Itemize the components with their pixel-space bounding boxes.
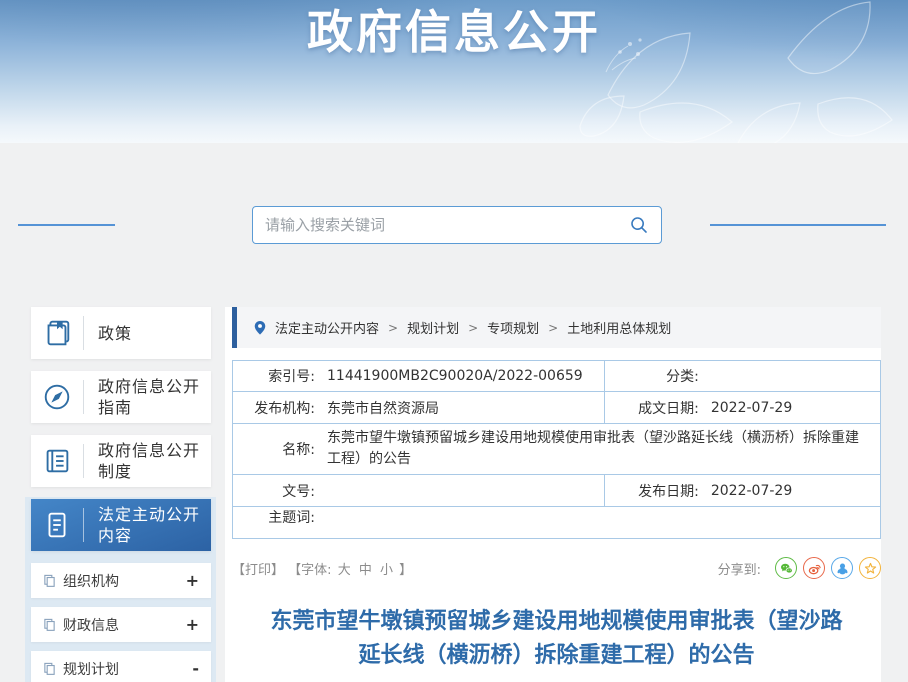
qzone-star-icon[interactable] <box>859 557 881 579</box>
sidebar-item-guide[interactable]: 政府信息公开指南 <box>31 371 211 423</box>
keywords-label: 主题词: <box>233 507 321 538</box>
sidebar-item-policy[interactable]: 政策 <box>31 307 211 359</box>
keywords-value <box>321 507 880 538</box>
font-size-medium-button[interactable]: 中 <box>359 563 372 578</box>
location-pin-icon <box>253 320 267 336</box>
article-title: 东莞市望牛墩镇预留城乡建设用地规模使用审批表（望沙路延长线（横沥桥）拆除重建工程… <box>232 605 881 673</box>
breadcrumb-separator: > <box>388 321 398 335</box>
font-size-small-button[interactable]: 小 <box>380 563 393 578</box>
publish-date-value: 2022-07-29 <box>705 483 880 499</box>
page: 政府信息公开 政策 <box>0 0 908 682</box>
sidebar-subitem-label: 组织机构 <box>63 571 186 591</box>
document-icon <box>31 509 83 541</box>
sidebar-item-label: 政府信息公开指南 <box>84 376 211 418</box>
book-icon <box>31 317 83 349</box>
decorative-line-right <box>710 224 886 226</box>
page-icon <box>43 574 56 587</box>
breadcrumb: 法定主动公开内容 > 规划计划 > 专项规划 > 土地利用总体规划 <box>232 307 881 348</box>
table-row: 索引号: 11441900MB2C90020A/2022-00659 分类: <box>233 361 880 391</box>
toolbar: 【打印】 【字体: 大 中 小 】 分享到: <box>232 557 881 579</box>
rulebook-icon <box>31 445 83 477</box>
print-button[interactable]: 【打印】 <box>232 563 284 578</box>
breadcrumb-item[interactable]: 专项规划 <box>487 318 539 337</box>
category-label: 分类: <box>605 366 705 386</box>
wechat-share-icon[interactable] <box>775 557 797 579</box>
index-number-label: 索引号: <box>233 366 321 386</box>
table-row: 主题词: <box>233 506 880 538</box>
search-box <box>252 206 662 244</box>
sidebar-item-label: 政策 <box>84 323 211 344</box>
page-title: 政府信息公开 <box>0 0 908 62</box>
sidebar: 政策 政府信息公开指南 <box>31 307 211 682</box>
decorative-line-left <box>18 224 115 226</box>
font-size-label: 【字体: <box>288 563 331 578</box>
sidebar-item-rules[interactable]: 政府信息公开制度 <box>31 435 211 487</box>
expand-icon[interactable]: + <box>186 615 199 634</box>
search-input[interactable] <box>265 216 629 234</box>
sidebar-item-label: 法定主动公开内容 <box>84 504 211 546</box>
document-name-label: 名称: <box>233 439 321 459</box>
qq-share-icon[interactable] <box>831 557 853 579</box>
issuing-agency-label: 发布机构: <box>233 398 321 418</box>
page-icon <box>43 618 56 631</box>
document-name-value: 东莞市望牛墩镇预留城乡建设用地规模使用审批表（望沙路延长线（横沥桥）拆除重建工程… <box>321 428 880 470</box>
banner: 政府信息公开 <box>0 0 908 143</box>
breadcrumb-separator: > <box>468 321 478 335</box>
page-icon <box>43 662 56 675</box>
weibo-share-icon[interactable] <box>803 557 825 579</box>
search-icon[interactable] <box>629 215 649 235</box>
expand-icon[interactable]: + <box>186 571 199 590</box>
table-row: 发布机构: 东莞市自然资源局 成文日期: 2022-07-29 <box>233 391 880 423</box>
main-content: 法定主动公开内容 > 规划计划 > 专项规划 > 土地利用总体规划 索引号: 1… <box>225 307 881 682</box>
sidebar-subitem-organization[interactable]: 组织机构 + <box>31 563 211 598</box>
sidebar-item-label: 政府信息公开制度 <box>84 440 211 482</box>
font-size-label-end: 】 <box>399 563 412 578</box>
compass-icon <box>31 381 83 413</box>
document-meta-table: 索引号: 11441900MB2C90020A/2022-00659 分类: 发… <box>232 360 881 539</box>
table-row: 名称: 东莞市望牛墩镇预留城乡建设用地规模使用审批表（望沙路延长线（横沥桥）拆除… <box>233 423 880 474</box>
index-number-value: 11441900MB2C90020A/2022-00659 <box>321 368 604 384</box>
collapse-icon[interactable]: - <box>192 659 199 678</box>
share-label: 分享到: <box>718 559 761 578</box>
issuing-agency-value: 东莞市自然资源局 <box>321 398 604 418</box>
written-date-label: 成文日期: <box>605 398 705 418</box>
sidebar-subitem-label: 财政信息 <box>63 615 186 635</box>
breadcrumb-separator: > <box>548 321 558 335</box>
table-row: 文号: 发布日期: 2022-07-29 <box>233 474 880 506</box>
sidebar-subitem-planning[interactable]: 规划计划 - <box>31 651 211 682</box>
sidebar-subitem-label: 规划计划 <box>63 659 192 679</box>
breadcrumb-item[interactable]: 土地利用总体规划 <box>567 318 671 337</box>
sidebar-item-statutory-disclosure[interactable]: 法定主动公开内容 <box>31 499 211 551</box>
publish-date-label: 发布日期: <box>605 481 705 501</box>
breadcrumb-item[interactable]: 法定主动公开内容 <box>275 318 379 337</box>
sidebar-subitem-finance[interactable]: 财政信息 + <box>31 607 211 642</box>
document-number-label: 文号: <box>233 481 321 501</box>
breadcrumb-item[interactable]: 规划计划 <box>407 318 459 337</box>
written-date-value: 2022-07-29 <box>705 400 880 416</box>
font-size-large-button[interactable]: 大 <box>338 563 351 578</box>
